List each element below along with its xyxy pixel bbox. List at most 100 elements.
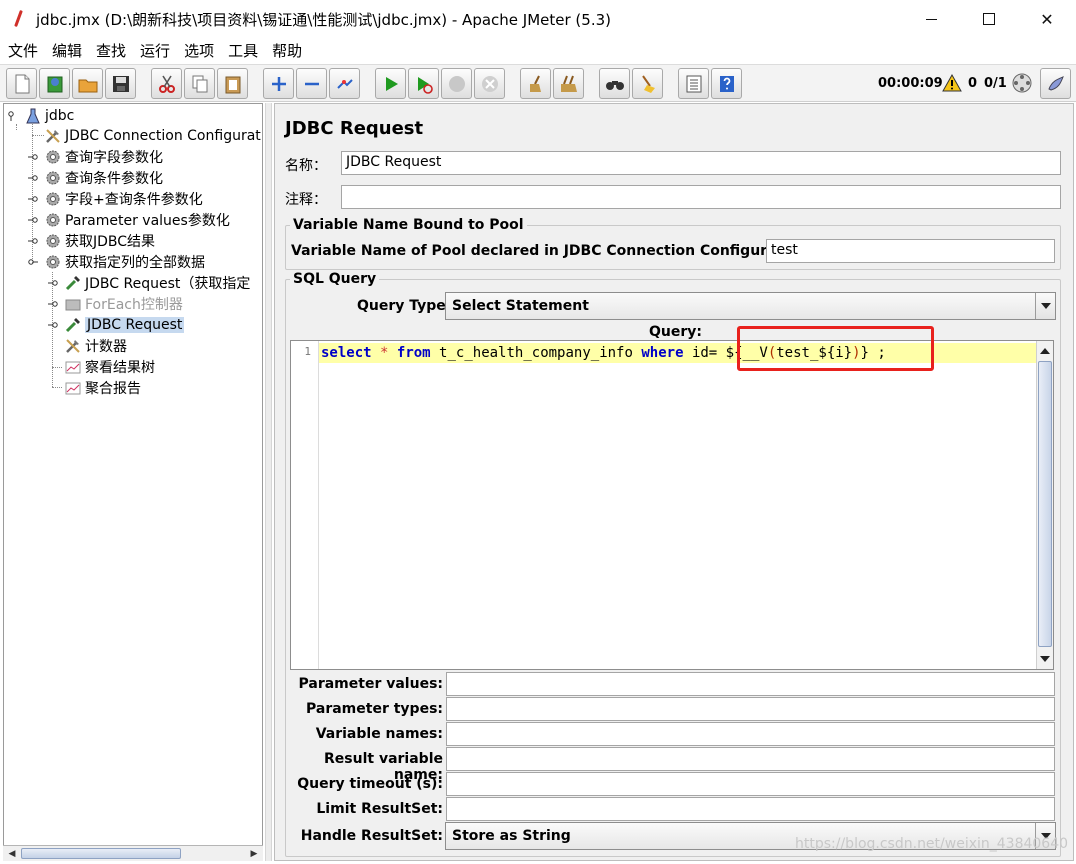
function-helper-button[interactable]	[678, 68, 709, 99]
tree-node-view-results-tree[interactable]: 察看结果树	[64, 357, 155, 377]
stop-button[interactable]	[441, 68, 472, 99]
templates-button[interactable]	[39, 68, 70, 99]
tree-toggle-icon[interactable]	[28, 215, 38, 225]
close-button[interactable]: ✕	[1018, 0, 1076, 38]
tree-node-jdbc-request-selected[interactable]: JDBC Request	[48, 315, 185, 335]
pool-label: Variable Name of Pool declared in JDBC C…	[291, 243, 814, 259]
search-button[interactable]	[599, 68, 630, 99]
annotation-highlight-box	[737, 326, 934, 371]
cut-button[interactable]	[151, 68, 182, 99]
tree-label: 察看结果树	[85, 360, 155, 376]
param-values-input[interactable]	[446, 672, 1055, 696]
broom-icon	[529, 75, 541, 92]
log-viewer-button[interactable]	[1040, 68, 1071, 99]
menu-file[interactable]: 文件	[8, 40, 38, 61]
tree-toggle-icon[interactable]	[28, 236, 38, 246]
tree-toggle-icon[interactable]	[28, 194, 38, 204]
variable-names-input[interactable]	[446, 722, 1055, 746]
open-button[interactable]	[72, 68, 103, 99]
clear-button[interactable]	[520, 68, 551, 99]
menu-edit[interactable]: 编辑	[52, 40, 82, 61]
minimize-button[interactable]	[902, 0, 960, 38]
warning-icon[interactable]	[942, 74, 962, 92]
tree-toggle-icon[interactable]	[28, 152, 38, 162]
help-button[interactable]	[711, 68, 742, 99]
tree-node-aggregate-report[interactable]: 聚合报告	[64, 378, 141, 398]
menu-search[interactable]: 查找	[96, 40, 126, 61]
menu-tools[interactable]: 工具	[228, 40, 258, 61]
window-title: jdbc.jmx (D:\朗新科技\项目资料\锡证通\性能测试\jdbc.jmx…	[36, 10, 611, 29]
copy-button[interactable]	[184, 68, 215, 99]
tree-node-query-field-param[interactable]: 查询字段参数化	[28, 147, 163, 167]
pool-input[interactable]: test	[766, 239, 1055, 263]
pool-group-title: Variable Name Bound to Pool	[290, 217, 527, 233]
result-variable-input[interactable]	[446, 747, 1055, 771]
gear-icon	[44, 253, 62, 271]
elapsed-timer: 00:00:09	[878, 76, 943, 91]
scroll-down-icon[interactable]	[1037, 651, 1053, 667]
limit-resultset-label: Limit ResultSet:	[316, 801, 443, 817]
menu-options[interactable]: 选项	[184, 40, 214, 61]
start-no-pauses-button[interactable]	[408, 68, 439, 99]
start-button[interactable]	[375, 68, 406, 99]
tree-toggle-icon[interactable]	[48, 278, 58, 288]
test-plan-icon	[24, 107, 42, 125]
scroll-up-icon[interactable]	[1037, 343, 1053, 359]
tree-node-parameter-values-param[interactable]: Parameter values参数化	[28, 210, 230, 230]
tree-node-foreach-controller[interactable]: ForEach控制器	[48, 294, 183, 314]
paste-button[interactable]	[217, 68, 248, 99]
scroll-right-icon[interactable]: ▶	[247, 847, 261, 860]
maximize-button[interactable]	[960, 0, 1018, 38]
menu-help[interactable]: 帮助	[272, 40, 302, 61]
scroll-thumb[interactable]	[21, 848, 181, 859]
open-folder-icon	[78, 79, 97, 92]
query-timeout-input[interactable]	[446, 772, 1055, 796]
editor-vertical-scrollbar[interactable]	[1036, 341, 1053, 669]
scroll-left-icon[interactable]: ◀	[5, 847, 19, 860]
sql-table-name: t_c_health_company_info	[439, 345, 633, 361]
shutdown-button[interactable]	[474, 68, 505, 99]
tree-node-get-jdbc-result[interactable]: 获取JDBC结果	[28, 231, 155, 251]
menu-run[interactable]: 运行	[140, 40, 170, 61]
minus-icon	[304, 82, 319, 85]
log-icon	[1047, 75, 1064, 91]
param-types-input[interactable]	[446, 697, 1055, 721]
tree-node-jdbc-request-specified[interactable]: JDBC Request（获取指定	[48, 273, 250, 293]
help-icon	[719, 75, 734, 92]
tree-toggle-icon[interactable]	[48, 299, 58, 309]
tree-toggle-icon[interactable]	[28, 173, 38, 183]
jmeter-feather-icon	[12, 10, 26, 28]
collapse-button[interactable]	[296, 68, 327, 99]
save-button[interactable]	[105, 68, 136, 99]
tree-node-jdbc-connection[interactable]: JDBC Connection Configuratio	[44, 126, 262, 146]
tree-node-get-column-data[interactable]: 获取指定列的全部数据	[28, 252, 205, 272]
tree-toggle-icon[interactable]	[48, 320, 58, 330]
tree-node-root[interactable]: jdbc	[8, 106, 74, 126]
tree-label: 聚合报告	[85, 381, 141, 397]
tree-toggle-icon[interactable]	[8, 111, 18, 121]
chevron-down-icon[interactable]	[1035, 293, 1055, 319]
query-type-select[interactable]: Select Statement	[445, 292, 1056, 320]
new-button[interactable]	[6, 68, 37, 99]
reset-search-button[interactable]	[632, 68, 663, 99]
tree-toggle-icon[interactable]	[28, 257, 38, 267]
toggle-button[interactable]	[329, 68, 360, 99]
sql-query-editor[interactable]: 1 select * from t_c_health_company_info …	[290, 340, 1054, 670]
expand-button[interactable]	[263, 68, 294, 99]
pane-splitter[interactable]	[265, 103, 272, 861]
new-file-icon	[15, 74, 29, 93]
scroll-thumb[interactable]	[1038, 361, 1052, 647]
handle-resultset-value: Store as String	[452, 828, 571, 844]
templates-icon	[47, 76, 62, 92]
clear-all-button[interactable]	[553, 68, 584, 99]
name-input[interactable]: JDBC Request	[341, 151, 1061, 175]
tree-node-field-condition-param[interactable]: 字段+查询条件参数化	[28, 189, 203, 209]
gear-icon	[44, 148, 62, 166]
comment-input[interactable]	[341, 185, 1061, 209]
tree-label: 查询字段参数化	[65, 150, 163, 166]
tree-horizontal-scrollbar[interactable]: ◀ ▶	[3, 845, 263, 861]
limit-resultset-input[interactable]	[446, 797, 1055, 821]
tree-node-counter[interactable]: 计数器	[64, 336, 127, 356]
variable-names-label: Variable names:	[315, 726, 443, 742]
tree-node-query-condition-param[interactable]: 查询条件参数化	[28, 168, 163, 188]
